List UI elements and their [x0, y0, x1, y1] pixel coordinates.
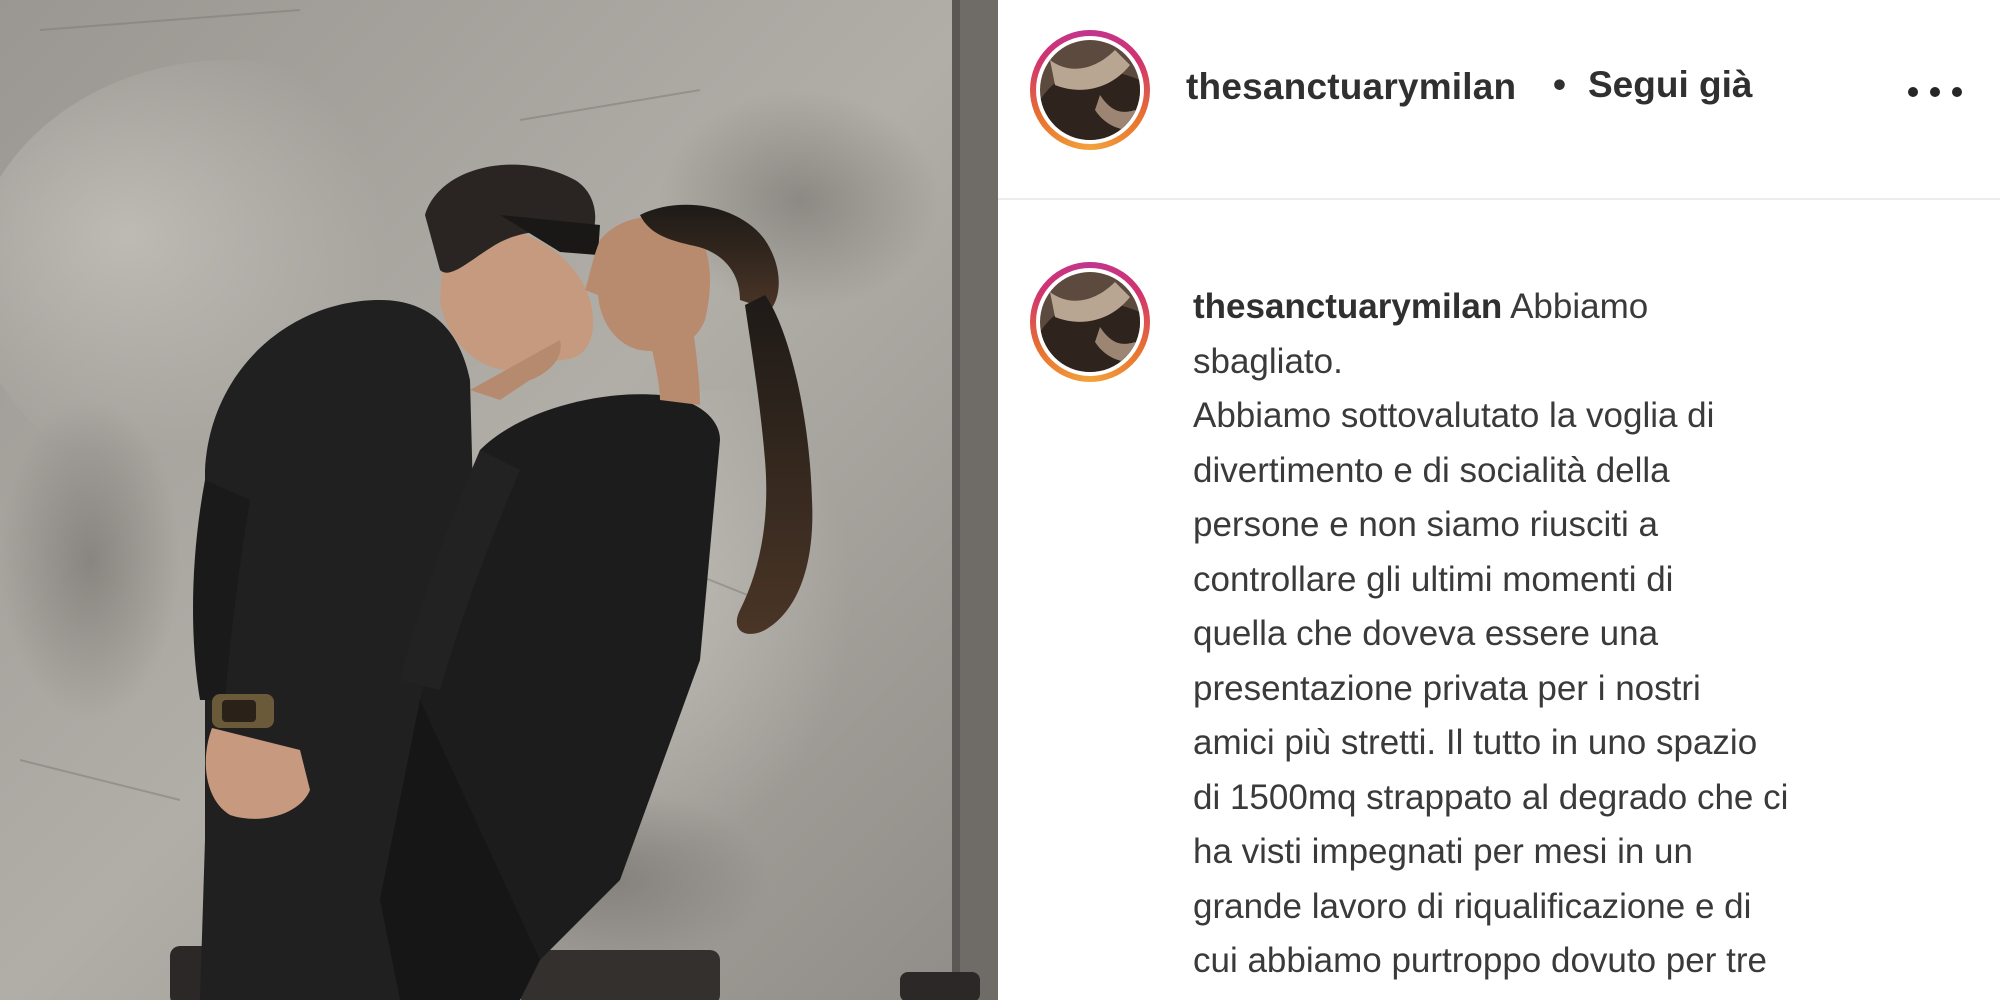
separator-dot: • — [1553, 64, 1566, 105]
caption-line: quella che doveva essere una — [1193, 614, 1659, 653]
instagram-post-view: thesanctuarymilan • Segui già thesanctua… — [0, 0, 2000, 1000]
more-options-icon[interactable] — [1908, 78, 1962, 106]
avatar-image — [1040, 40, 1140, 140]
caption-line: divertimento e di socialità della — [1193, 450, 1670, 490]
caption-first-line: Abbiamo — [1510, 287, 1649, 326]
caption-author-avatar[interactable] — [1030, 262, 1150, 382]
following-button[interactable]: Segui già — [1588, 64, 1752, 106]
couple-photo-illustration — [0, 0, 998, 1000]
post-panel: thesanctuarymilan • Segui già thesanctua… — [998, 0, 2000, 1000]
avatar-image — [1040, 272, 1140, 372]
caption-line: grande lavoro di riqualificazione e di — [1193, 886, 1752, 926]
caption-line: amici più stretti. Il tutto in uno spazi… — [1193, 723, 1758, 762]
caption-line: ha visti impegnati per mesi in un — [1193, 832, 1693, 871]
caption-line: di 1500mq strappato al degrado che ci — [1193, 777, 1789, 817]
caption-block: thesanctuarymilan Abbiamo sbagliato. Abb… — [998, 200, 2000, 1000]
caption-line: cui abbiamo purtroppo dovuto per tre — [1193, 941, 1767, 980]
caption-line: presentazione privata per i nostri — [1193, 668, 1701, 708]
caption-username-link[interactable]: thesanctuarymilan — [1193, 287, 1502, 326]
caption-line: persone e non siamo riusciti a — [1193, 505, 1658, 544]
post-header: thesanctuarymilan • Segui già — [998, 0, 2000, 200]
author-avatar[interactable] — [1030, 30, 1150, 150]
caption-line: controllare gli ultimi momenti di — [1193, 559, 1674, 599]
author-username-link[interactable]: thesanctuarymilan — [1186, 66, 1516, 108]
post-photo[interactable] — [0, 0, 998, 1000]
caption-line: Abbiamo sottovalutato la voglia di — [1193, 396, 1715, 435]
caption-text: thesanctuarymilan Abbiamo sbagliato. Abb… — [1193, 280, 1953, 989]
caption-line: sbagliato. — [1193, 341, 1343, 381]
